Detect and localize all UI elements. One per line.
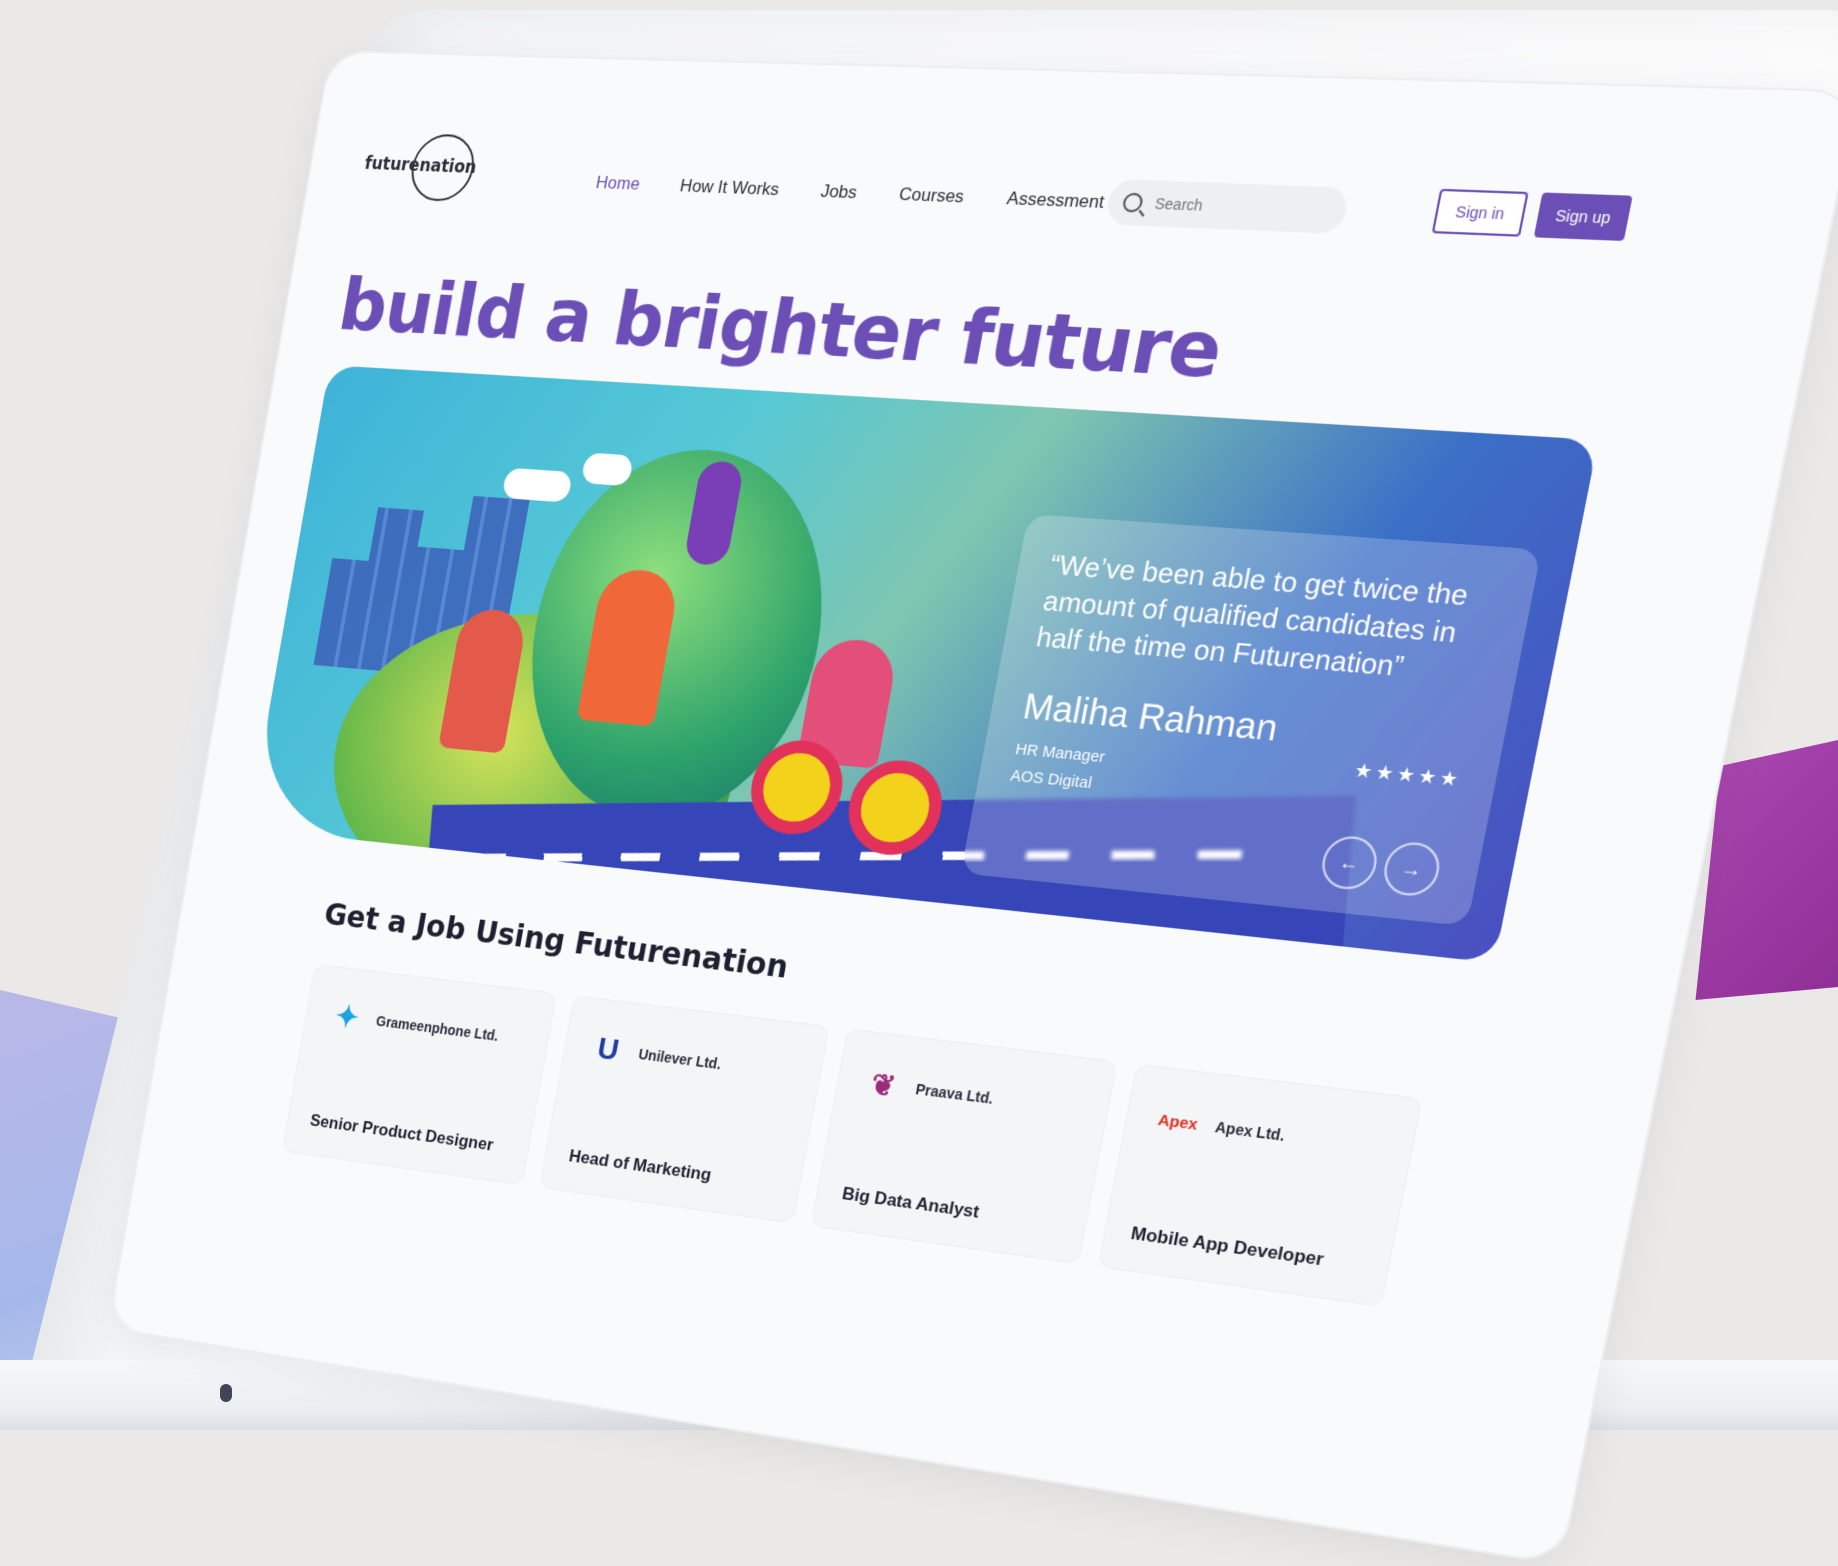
apex-logo-icon: Apex <box>1149 1098 1206 1147</box>
nav-courses[interactable]: Courses <box>897 184 966 208</box>
company-name: Praava Ltd. <box>914 1081 995 1108</box>
logo[interactable]: futurenation <box>358 132 481 207</box>
job-title: Senior Product Designer <box>309 1111 495 1156</box>
company-row: ❦ Praava Ltd. <box>859 1061 1085 1130</box>
job-card[interactable]: ❦ Praava Ltd. Big Data Analyst <box>812 1030 1117 1263</box>
company-name: Unilever Ltd. <box>637 1046 722 1073</box>
screen-wrapper: futurenation Home How It Works Jobs Cour… <box>330 50 1830 1400</box>
website: futurenation Home How It Works Jobs Cour… <box>194 122 1771 1328</box>
search-input[interactable] <box>1151 194 1321 220</box>
company-row: ✦ Grameenphone Ltd. <box>326 995 529 1059</box>
nav-home[interactable]: Home <box>594 173 641 195</box>
unilever-logo-icon: U <box>585 1027 631 1072</box>
testimonial-quote: “We’ve been able to get twice the amount… <box>1034 546 1502 691</box>
company-name: Grameenphone Ltd. <box>375 1013 500 1044</box>
job-card[interactable]: U Unilever Ltd. Head of Marketing <box>540 996 828 1222</box>
grameenphone-logo-icon: ✦ <box>326 995 369 1039</box>
search-icon <box>1121 193 1144 213</box>
job-title: Mobile App Developer <box>1129 1223 1325 1271</box>
next-arrow-button[interactable]: → <box>1380 840 1444 898</box>
hero-banner: “We’ve been able to get twice the amount… <box>248 365 1598 963</box>
sign-in-button[interactable]: Sign in <box>1432 189 1529 237</box>
testimonial-card: “We’ve been able to get twice the amount… <box>961 514 1542 926</box>
power-led <box>220 1384 232 1402</box>
job-card[interactable]: Apex Apex Ltd. Mobile App Developer <box>1099 1065 1421 1306</box>
nav-how-it-works[interactable]: How It Works <box>678 176 781 201</box>
screen: futurenation Home How It Works Jobs Cour… <box>107 50 1838 1566</box>
prev-arrow-button[interactable]: ← <box>1318 834 1381 892</box>
main-nav: Home How It Works Jobs Courses Assessmen… <box>594 173 1106 214</box>
search-box[interactable] <box>1104 179 1350 234</box>
job-title: Head of Marketing <box>567 1146 713 1186</box>
praava-logo-icon: ❦ <box>859 1061 907 1108</box>
job-card[interactable]: ✦ Grameenphone Ltd. Senior Product Desig… <box>283 965 556 1185</box>
company-name: Apex Ltd. <box>1214 1118 1287 1144</box>
nav-jobs[interactable]: Jobs <box>819 181 859 203</box>
sign-up-button[interactable]: Sign up <box>1534 192 1633 241</box>
job-title: Big Data Analyst <box>840 1183 981 1223</box>
company-row: U Unilever Ltd. <box>585 1027 799 1094</box>
cloud-icon <box>501 468 572 503</box>
nav-assessment[interactable]: Assessment <box>1005 188 1106 213</box>
company-row: Apex Apex Ltd. <box>1149 1098 1388 1170</box>
logo-ring-icon <box>406 133 479 202</box>
